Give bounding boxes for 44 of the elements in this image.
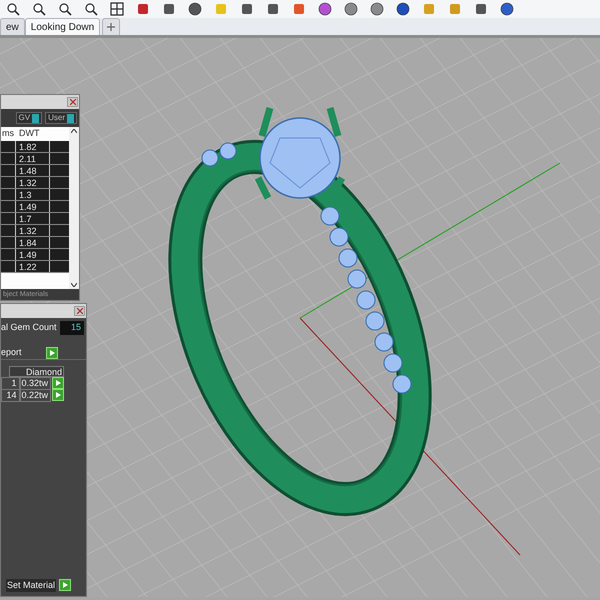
column-header: ms [1, 127, 15, 140]
viewport-tab[interactable]: Looking Down [24, 18, 100, 35]
play-icon [50, 350, 54, 356]
sphere-icon [370, 2, 384, 16]
close-icon [70, 99, 76, 105]
table-cell: 1.49 [16, 201, 50, 212]
sphere-icon [396, 2, 410, 16]
table-cell: 0.32tw [20, 376, 51, 390]
grid-icon [110, 2, 124, 16]
play-icon [62, 582, 68, 588]
report-label: eport [1, 346, 22, 359]
sphere-icon [344, 2, 358, 16]
play-button[interactable] [59, 579, 72, 592]
table-cell: 1.84 [16, 237, 50, 248]
scroll-down-icon [71, 283, 77, 287]
toggle-button[interactable]: User [45, 112, 77, 124]
close-button[interactable] [74, 306, 85, 316]
play-button[interactable] [46, 346, 58, 358]
scroll-up-icon [71, 129, 77, 133]
table-cell: 1.22 [16, 261, 50, 272]
table-cell: 1 [1, 376, 20, 390]
close-icon [76, 308, 82, 314]
table-cell: 1.82 [16, 141, 50, 152]
table-cell: 1.49 [16, 249, 50, 260]
toggle-label: GV [18, 112, 30, 124]
column-header: DWT [18, 127, 40, 140]
table-cell: 0.22tw [20, 388, 51, 402]
gem-count-value: 15 [60, 321, 84, 335]
table-cell: 1.48 [16, 165, 50, 176]
toggle-button[interactable]: GV [16, 112, 42, 124]
close-button[interactable] [67, 97, 78, 107]
toggle-label: User [48, 112, 65, 124]
viewport-tab[interactable]: ew [0, 18, 25, 35]
add-tab-button[interactable] [102, 18, 120, 35]
table-cell: 1.32 [16, 225, 50, 236]
add-icon [107, 23, 116, 31]
table-cell: 14 [1, 388, 20, 402]
table-header: Diamond [9, 366, 64, 377]
table-cell: 2.11 [16, 153, 50, 164]
set-material-label: Set Material [6, 578, 56, 592]
gem-count-label: al Gem Count [1, 321, 57, 334]
table-cell: 1.7 [16, 213, 50, 224]
table-cell: 1.32 [16, 177, 50, 188]
table-cell: 1.3 [16, 189, 50, 200]
